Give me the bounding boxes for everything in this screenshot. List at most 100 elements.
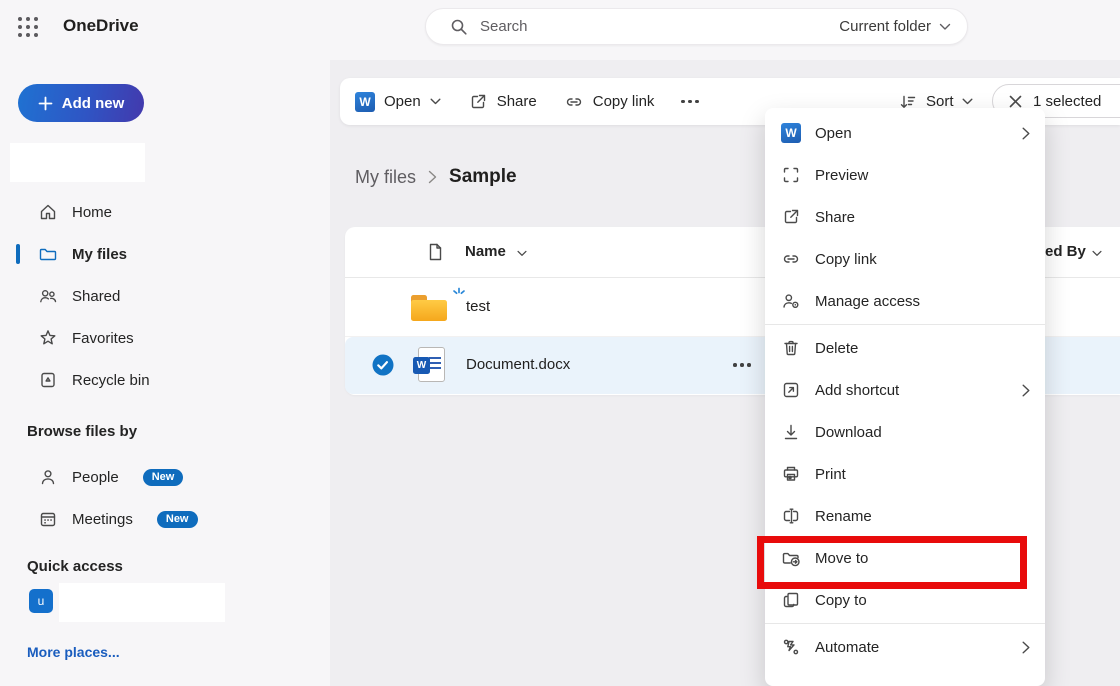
selection-count-label: 1 selected bbox=[1033, 93, 1101, 110]
share-icon bbox=[781, 207, 801, 227]
search-scope-dropdown[interactable]: Current folder bbox=[839, 18, 951, 35]
add-new-label: Add new bbox=[62, 95, 125, 112]
new-badge: New bbox=[157, 511, 198, 528]
rename-icon bbox=[781, 506, 801, 526]
link-icon bbox=[781, 249, 801, 269]
menu-item-label: Delete bbox=[815, 340, 858, 357]
chevron-down-icon bbox=[517, 250, 527, 257]
quick-access-library-icon[interactable]: u bbox=[29, 589, 53, 613]
open-label: Open bbox=[384, 93, 421, 110]
menu-item-automate[interactable]: Automate bbox=[765, 626, 1045, 668]
column-header-modified-by-partial[interactable]: ed By bbox=[1045, 243, 1086, 260]
column-header-name[interactable]: Name bbox=[465, 243, 506, 260]
breadcrumb-parent[interactable]: My files bbox=[355, 167, 416, 188]
menu-item-rename[interactable]: Rename bbox=[765, 495, 1045, 537]
app-launcher-waffle-icon[interactable] bbox=[16, 15, 40, 39]
sidebar-item-label: Shared bbox=[72, 288, 120, 305]
trash-icon bbox=[781, 338, 801, 358]
menu-item-preview[interactable]: Preview bbox=[765, 154, 1045, 196]
open-button[interactable]: W Open bbox=[355, 92, 441, 112]
add-new-button[interactable]: Add new bbox=[18, 84, 144, 122]
menu-item-download[interactable]: Download bbox=[765, 411, 1045, 453]
menu-item-label: Copy to bbox=[815, 592, 867, 609]
chevron-down-icon bbox=[1092, 250, 1102, 257]
star-icon bbox=[38, 328, 58, 348]
share-icon bbox=[468, 92, 488, 112]
flow-automate-icon bbox=[781, 637, 801, 657]
file-name: Document.docx bbox=[466, 356, 570, 373]
people-icon bbox=[38, 286, 58, 306]
context-menu: W Open Preview Share Copy link Manage ac… bbox=[765, 108, 1045, 686]
home-icon bbox=[38, 202, 58, 222]
share-label: Share bbox=[497, 93, 537, 110]
search-icon bbox=[450, 18, 468, 36]
sidebar-item-my-files[interactable]: My files bbox=[0, 233, 330, 275]
plus-icon bbox=[38, 96, 53, 111]
blank-placeholder bbox=[59, 583, 225, 622]
column-modified-by-label: ed By bbox=[1045, 243, 1086, 260]
search-input[interactable]: Search Current folder bbox=[425, 8, 968, 45]
search-scope-label: Current folder bbox=[839, 18, 931, 35]
menu-item-print[interactable]: Print bbox=[765, 453, 1045, 495]
copy-icon bbox=[781, 590, 801, 610]
breadcrumb: My files Sample bbox=[355, 166, 517, 188]
sidebar-nav: Home My files Shared Favorites Recycle b… bbox=[0, 191, 330, 401]
menu-item-label: Add shortcut bbox=[815, 382, 899, 399]
chevron-right-icon bbox=[1022, 127, 1030, 140]
preview-icon bbox=[781, 165, 801, 185]
menu-divider bbox=[765, 623, 1045, 624]
sidebar-item-recycle-bin[interactable]: Recycle bin bbox=[0, 359, 330, 401]
more-places-link[interactable]: More places... bbox=[27, 644, 120, 660]
menu-item-label: Download bbox=[815, 424, 882, 441]
sidebar-item-label: People bbox=[72, 469, 119, 486]
menu-divider bbox=[765, 324, 1045, 325]
calendar-icon bbox=[38, 509, 58, 529]
download-icon bbox=[781, 422, 801, 442]
file-name: test bbox=[466, 298, 490, 315]
menu-item-label: Preview bbox=[815, 167, 868, 184]
folder-arrow-move-icon bbox=[781, 548, 801, 568]
sidebar-item-home[interactable]: Home bbox=[0, 191, 330, 233]
browse-files-by-title: Browse files by bbox=[27, 423, 137, 440]
sidebar-item-label: Meetings bbox=[72, 511, 133, 528]
folder-icon bbox=[38, 244, 58, 264]
chevron-down-icon bbox=[939, 23, 951, 31]
recycle-bin-icon bbox=[38, 370, 58, 390]
sidebar-item-label: Recycle bin bbox=[72, 372, 150, 389]
sidebar-item-label: My files bbox=[72, 246, 127, 263]
menu-item-label: Share bbox=[815, 209, 855, 226]
menu-item-label: Move to bbox=[815, 550, 868, 567]
file-type-column-icon[interactable] bbox=[425, 242, 445, 262]
menu-item-label: Rename bbox=[815, 508, 872, 525]
printer-icon bbox=[781, 464, 801, 484]
menu-item-copy-to[interactable]: Copy to bbox=[765, 579, 1045, 621]
menu-item-open[interactable]: W Open bbox=[765, 112, 1045, 154]
menu-item-add-shortcut[interactable]: Add shortcut bbox=[765, 369, 1045, 411]
sidebar-item-favorites[interactable]: Favorites bbox=[0, 317, 330, 359]
chevron-right-icon bbox=[428, 170, 437, 184]
menu-item-manage-access[interactable]: Manage access bbox=[765, 280, 1045, 322]
link-icon bbox=[564, 92, 584, 112]
sidebar-item-meetings[interactable]: Meetings New bbox=[0, 498, 330, 540]
app-title: OneDrive bbox=[63, 16, 139, 36]
menu-item-share[interactable]: Share bbox=[765, 196, 1045, 238]
row-more-actions-button[interactable] bbox=[733, 363, 751, 367]
sidebar-item-people[interactable]: People New bbox=[0, 456, 330, 498]
more-commands-button[interactable] bbox=[681, 100, 699, 104]
chevron-down-icon bbox=[962, 98, 973, 105]
column-name-label: Name bbox=[465, 243, 506, 260]
menu-item-label: Open bbox=[815, 125, 852, 142]
sidebar-item-label: Favorites bbox=[72, 330, 134, 347]
menu-item-label: Print bbox=[815, 466, 846, 483]
menu-item-copy-link[interactable]: Copy link bbox=[765, 238, 1045, 280]
copy-link-button[interactable]: Copy link bbox=[564, 92, 655, 112]
menu-item-delete[interactable]: Delete bbox=[765, 327, 1045, 369]
selected-check-icon[interactable] bbox=[372, 354, 394, 376]
menu-item-move-to[interactable]: Move to bbox=[765, 537, 1045, 579]
sidebar-item-shared[interactable]: Shared bbox=[0, 275, 330, 317]
share-button[interactable]: Share bbox=[468, 92, 537, 112]
dismiss-icon bbox=[1009, 95, 1022, 108]
menu-item-label: Automate bbox=[815, 639, 879, 656]
chevron-right-icon bbox=[1022, 641, 1030, 654]
sidebar-item-label: Home bbox=[72, 204, 112, 221]
